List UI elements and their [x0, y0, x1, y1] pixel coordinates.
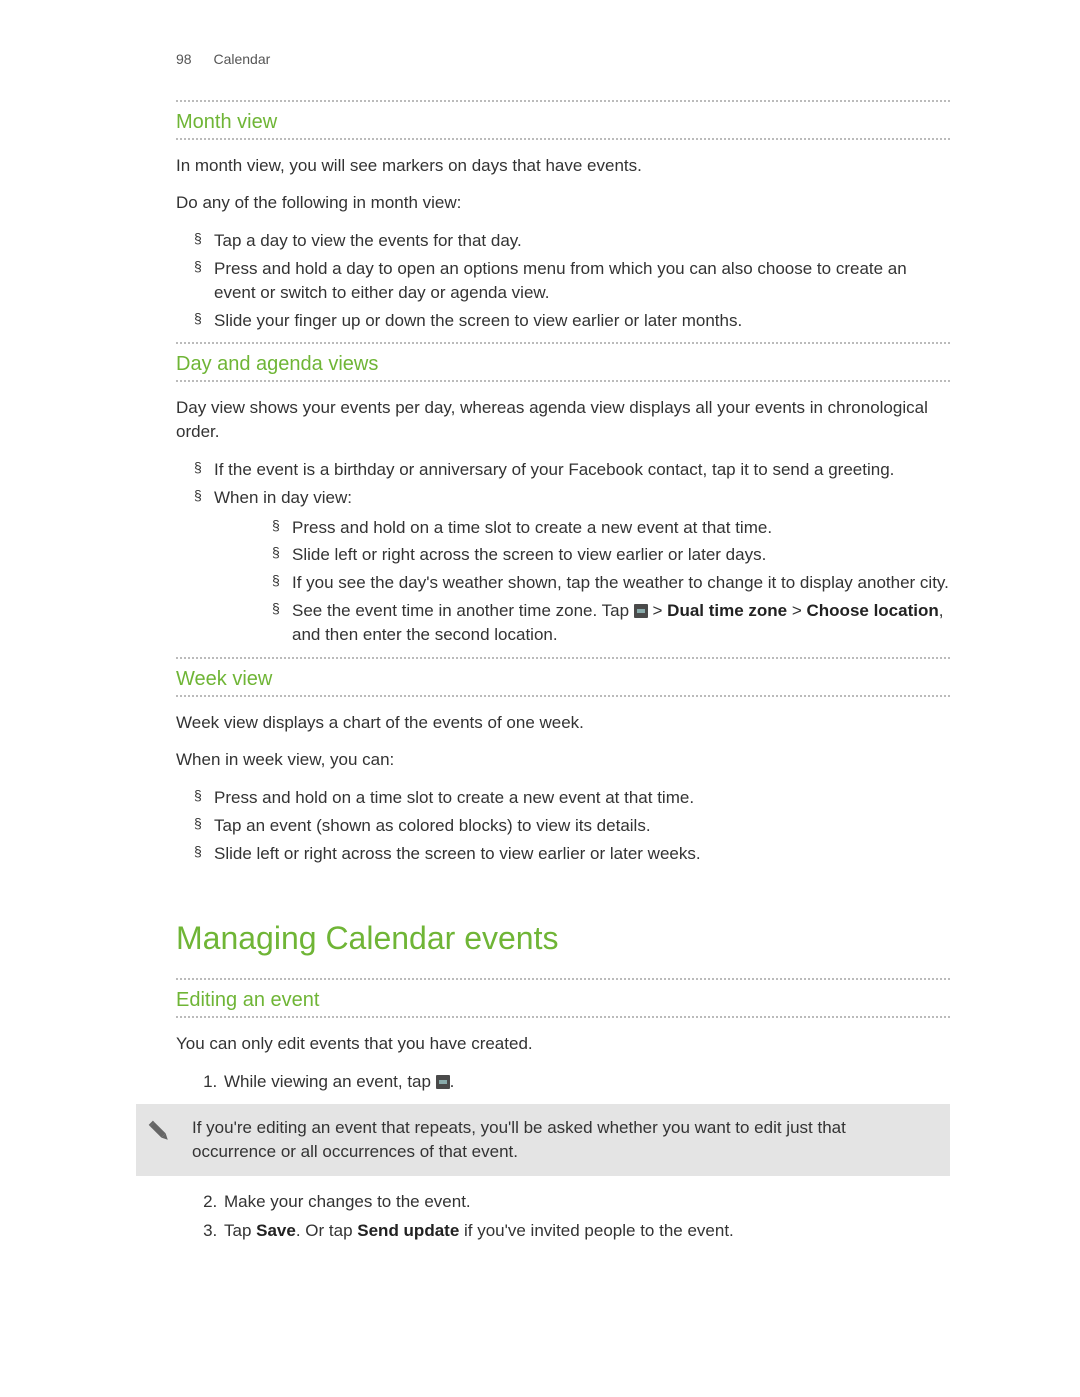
note-box: If you're editing an event that repeats,… — [136, 1104, 950, 1176]
month-view-list: Tap a day to view the events for that da… — [176, 229, 950, 332]
section-week-view: Week view Week view displays a chart of … — [176, 657, 950, 866]
week-view-intro2: When in week view, you can: — [176, 748, 950, 772]
list-item: When in day view: Press and hold on a ti… — [214, 486, 950, 647]
send-update-word: Send update — [357, 1221, 459, 1240]
list-item: If you see the day's weather shown, tap … — [292, 571, 950, 595]
heading-week-view: Week view — [176, 659, 950, 697]
step-item: Make your changes to the event. — [222, 1190, 950, 1214]
week-view-intro1: Week view displays a chart of the events… — [176, 711, 950, 735]
edit-icon — [436, 1075, 450, 1089]
save-word: Save — [256, 1221, 296, 1240]
section-editing-event: Editing an event You can only edit event… — [176, 978, 950, 1243]
document-page: 98 Calendar Month view In month view, yo… — [0, 0, 1080, 1397]
header-section-label: Calendar — [213, 51, 270, 67]
list-item: Slide left or right across the screen to… — [214, 842, 950, 866]
editing-intro: You can only edit events that you have c… — [176, 1032, 950, 1056]
day-agenda-list: If the event is a birthday or anniversar… — [176, 458, 950, 647]
week-view-list: Press and hold on a time slot to create … — [176, 786, 950, 865]
tz-text-prefix: See the event time in another time zone.… — [292, 601, 634, 620]
step1-suffix: . — [450, 1072, 455, 1091]
list-item: Press and hold a day to open an options … — [214, 257, 950, 305]
list-item-text: When in day view: — [214, 488, 352, 507]
menu-icon — [634, 604, 648, 618]
list-item: Tap an event (shown as colored blocks) t… — [214, 814, 950, 838]
note-text: If you're editing an event that repeats,… — [192, 1116, 934, 1164]
page-number: 98 — [176, 51, 192, 67]
step3-mid: . Or tap — [296, 1221, 357, 1240]
tz-bold-dual-time-zone: Dual time zone — [667, 601, 787, 620]
tz-sep1: > — [648, 601, 667, 620]
list-item: Tap a day to view the events for that da… — [214, 229, 950, 253]
list-item: If the event is a birthday or anniversar… — [214, 458, 950, 482]
month-view-lead: Do any of the following in month view: — [176, 191, 950, 215]
step1-prefix: While viewing an event, tap — [224, 1072, 436, 1091]
list-item: Slide left or right across the screen to… — [292, 543, 950, 567]
editing-steps: While viewing an event, tap . — [176, 1070, 950, 1094]
heading-managing-calendar-events: Managing Calendar events — [176, 916, 950, 961]
step-item: While viewing an event, tap . — [222, 1070, 950, 1094]
tz-bold-choose-location: Choose location — [807, 601, 939, 620]
tz-sep2: > — [787, 601, 806, 620]
heading-editing-event: Editing an event — [176, 980, 950, 1018]
pencil-icon — [146, 1118, 174, 1146]
heading-month-view: Month view — [176, 102, 950, 140]
section-month-view: Month view In month view, you will see m… — [176, 100, 950, 333]
step-item: Tap Save. Or tap Send update if you've i… — [222, 1219, 950, 1243]
list-item: Press and hold on a time slot to create … — [214, 786, 950, 810]
list-item: Press and hold on a time slot to create … — [292, 516, 950, 540]
list-item: Slide your finger up or down the screen … — [214, 309, 950, 333]
running-header: 98 Calendar — [176, 50, 950, 70]
step3-prefix: Tap — [224, 1221, 256, 1240]
editing-steps-continued: Make your changes to the event. Tap Save… — [176, 1190, 950, 1244]
day-agenda-sublist: Press and hold on a time slot to create … — [214, 516, 950, 647]
section-day-agenda: Day and agenda views Day view shows your… — [176, 342, 950, 646]
heading-day-agenda: Day and agenda views — [176, 344, 950, 382]
day-agenda-intro: Day view shows your events per day, wher… — [176, 396, 950, 444]
step3-suffix: if you've invited people to the event. — [459, 1221, 733, 1240]
month-view-intro: In month view, you will see markers on d… — [176, 154, 950, 178]
list-item: See the event time in another time zone.… — [292, 599, 950, 647]
